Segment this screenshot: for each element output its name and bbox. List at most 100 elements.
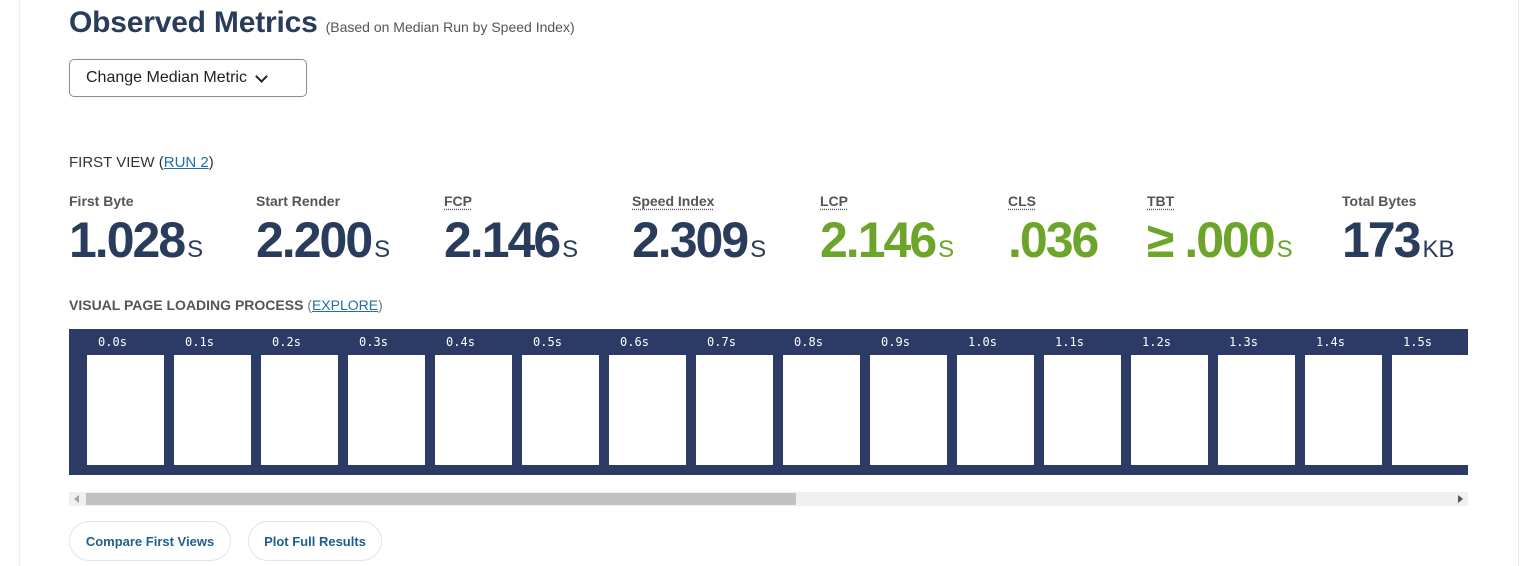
frame-thumbnail bbox=[1131, 355, 1208, 465]
metric-label-speed-index[interactable]: Speed Index bbox=[632, 193, 766, 213]
metric-total-bytes: Total Bytes 173 KB bbox=[1342, 193, 1454, 265]
run-link[interactable]: RUN 2 bbox=[164, 154, 209, 171]
chevron-down-icon bbox=[255, 69, 268, 83]
first-view-label: FIRST VIEW (RUN 2) bbox=[69, 154, 214, 171]
filmstrip-frame[interactable]: 0.5s bbox=[504, 329, 599, 475]
metric-value: .036 bbox=[1008, 212, 1099, 268]
metric-value: 2.200 bbox=[256, 212, 373, 268]
filmstrip-frame[interactable]: 0.8s bbox=[765, 329, 860, 475]
metric-label: Start Render bbox=[256, 193, 341, 209]
metric-unit: S bbox=[938, 236, 955, 263]
frame-thumbnail bbox=[1218, 355, 1295, 465]
scroll-left-arrow-icon[interactable] bbox=[74, 495, 79, 503]
frame-thumbnail bbox=[174, 355, 251, 465]
frame-thumbnail bbox=[348, 355, 425, 465]
filmstrip-frame[interactable]: 1.1s bbox=[1026, 329, 1121, 475]
metric-tbt: TBT ≥ .000 S bbox=[1147, 193, 1293, 265]
compare-first-views-button[interactable]: Compare First Views bbox=[69, 521, 231, 561]
frame-thumbnail bbox=[1392, 355, 1468, 465]
metric-label: First Byte bbox=[69, 193, 134, 209]
frame-time-label: 0.5s bbox=[533, 335, 562, 349]
metric-value: 2.146 bbox=[444, 212, 561, 268]
filmstrip-frame[interactable]: 1.5s bbox=[1374, 329, 1468, 475]
frame-time-label: 0.1s bbox=[185, 335, 214, 349]
filmstrip-frame[interactable]: 0.2s bbox=[243, 329, 338, 475]
filmstrip-scrollbar[interactable] bbox=[69, 492, 1468, 506]
card-border-left bbox=[19, 0, 20, 566]
metric-fcp: FCP 2.146 S bbox=[444, 193, 578, 265]
metric-unit: S bbox=[374, 236, 391, 263]
frame-thumbnail bbox=[1305, 355, 1382, 465]
visual-progress-title: VISUAL PAGE LOADING PROCESS bbox=[69, 297, 304, 313]
frame-thumbnail bbox=[609, 355, 686, 465]
frame-thumbnail bbox=[435, 355, 512, 465]
frame-time-label: 0.9s bbox=[881, 335, 910, 349]
frame-thumbnail bbox=[957, 355, 1034, 465]
metric-value: 173 bbox=[1342, 212, 1421, 268]
filmstrip-frame[interactable]: 0.4s bbox=[417, 329, 512, 475]
filmstrip-frame[interactable]: 0.3s bbox=[330, 329, 425, 475]
frame-time-label: 0.7s bbox=[707, 335, 736, 349]
metric-unit: S bbox=[562, 236, 579, 263]
frame-time-label: 1.0s bbox=[968, 335, 997, 349]
frame-time-label: 0.0s bbox=[98, 335, 127, 349]
section-header: Observed Metrics (Based on Median Run by… bbox=[69, 6, 575, 40]
card-border-right bbox=[1518, 0, 1519, 566]
frame-thumbnail bbox=[783, 355, 860, 465]
metric-unit: S bbox=[187, 236, 204, 263]
filmstrip-frame[interactable]: 1.4s bbox=[1287, 329, 1382, 475]
metric-value: 1.028 bbox=[69, 212, 186, 268]
metric-unit: KB bbox=[1422, 236, 1455, 263]
visual-progress-close-paren: ) bbox=[378, 297, 383, 313]
filmstrip-frame[interactable]: 1.2s bbox=[1113, 329, 1208, 475]
frame-time-label: 1.5s bbox=[1403, 335, 1432, 349]
frame-time-label: 1.2s bbox=[1142, 335, 1171, 349]
frame-time-label: 0.6s bbox=[620, 335, 649, 349]
metric-label: Total Bytes bbox=[1342, 193, 1417, 209]
first-view-suffix: ) bbox=[208, 154, 214, 171]
frame-time-label: 0.8s bbox=[794, 335, 823, 349]
page-title: Observed Metrics bbox=[69, 6, 318, 39]
scrollbar-thumb[interactable] bbox=[86, 493, 796, 505]
first-view-prefix: FIRST VIEW ( bbox=[69, 154, 164, 171]
metric-label-lcp[interactable]: LCP bbox=[820, 193, 954, 213]
filmstrip-frame[interactable]: 0.7s bbox=[678, 329, 773, 475]
frame-time-label: 1.1s bbox=[1055, 335, 1084, 349]
metric-cls: CLS .036 bbox=[1008, 193, 1100, 265]
filmstrip-frame[interactable]: 0.1s bbox=[156, 329, 251, 475]
metric-value: 2.309 bbox=[632, 212, 749, 268]
filmstrip-frame[interactable]: 0.0s bbox=[69, 329, 164, 475]
filmstrip-frame[interactable]: 1.3s bbox=[1200, 329, 1295, 475]
frame-time-label: 1.3s bbox=[1229, 335, 1258, 349]
frame-thumbnail bbox=[87, 355, 164, 465]
visual-progress-label: VISUAL PAGE LOADING PROCESS (EXPLORE) bbox=[69, 297, 383, 313]
frame-thumbnail bbox=[1044, 355, 1121, 465]
metric-speed-index: Speed Index 2.309 S bbox=[632, 193, 766, 265]
metric-value: 2.146 bbox=[820, 212, 937, 268]
visual-progress-open-paren: ( bbox=[303, 297, 312, 313]
change-median-metric-dropdown[interactable]: Change Median Metric bbox=[69, 59, 307, 97]
frame-thumbnail bbox=[696, 355, 773, 465]
frame-time-label: 0.3s bbox=[359, 335, 388, 349]
scroll-right-arrow-icon[interactable] bbox=[1458, 495, 1463, 503]
frame-time-label: 0.4s bbox=[446, 335, 475, 349]
metric-start-render: Start Render 2.200 S bbox=[256, 193, 390, 265]
metric-first-byte: First Byte 1.028 S bbox=[69, 193, 203, 265]
filmstrip-frame[interactable]: 0.9s bbox=[852, 329, 947, 475]
metric-label-tbt[interactable]: TBT bbox=[1147, 193, 1293, 213]
frame-thumbnail bbox=[870, 355, 947, 465]
explore-link[interactable]: EXPLORE bbox=[312, 297, 378, 313]
metric-value: ≥ .000 bbox=[1147, 212, 1276, 268]
metric-label-cls[interactable]: CLS bbox=[1008, 193, 1100, 213]
filmstrip[interactable]: 0.0s 0.1s 0.2s 0.3s 0.4s 0.5s 0.6s 0.7s 0.8s 0.9s… bbox=[69, 329, 1468, 475]
filmstrip-frame[interactable]: 0.6s bbox=[591, 329, 686, 475]
metric-label-fcp[interactable]: FCP bbox=[444, 193, 578, 213]
metric-lcp: LCP 2.146 S bbox=[820, 193, 954, 265]
metric-unit: S bbox=[750, 236, 767, 263]
frame-time-label: 0.2s bbox=[272, 335, 301, 349]
frame-time-label: 1.4s bbox=[1316, 335, 1345, 349]
plot-full-results-button[interactable]: Plot Full Results bbox=[248, 521, 382, 561]
frame-thumbnail bbox=[261, 355, 338, 465]
filmstrip-frame[interactable]: 1.0s bbox=[939, 329, 1034, 475]
dropdown-label: Change Median Metric bbox=[86, 69, 247, 86]
